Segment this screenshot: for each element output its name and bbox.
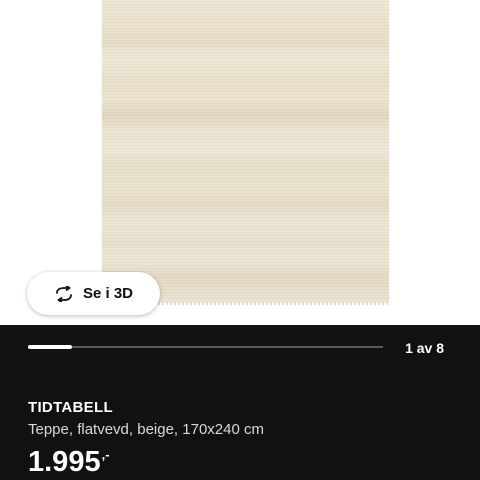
- rotate-3d-icon: [54, 285, 74, 302]
- product-description: Teppe, flatvevd, beige, 170x240 cm: [28, 421, 264, 438]
- view-in-3d-label: Se i 3D: [82, 285, 134, 302]
- gallery-progress-fill: [28, 345, 73, 349]
- gallery-progress-track[interactable]: [28, 345, 383, 349]
- product-price: 1.995 ,-: [28, 445, 110, 479]
- product-name: TIDTABELL: [28, 399, 113, 416]
- product-image-gallery[interactable]: Se i 3D: [0, 0, 480, 325]
- gallery-pager: 1 av 8: [405, 340, 444, 356]
- price-amount: 1.995: [28, 446, 101, 478]
- product-image-rug[interactable]: [102, 0, 389, 305]
- product-info-panel: 1 av 8 TIDTABELL Teppe, flatvevd, beige,…: [0, 325, 480, 480]
- view-in-3d-button[interactable]: Se i 3D: [27, 272, 160, 315]
- price-suffix: ,-: [101, 447, 110, 462]
